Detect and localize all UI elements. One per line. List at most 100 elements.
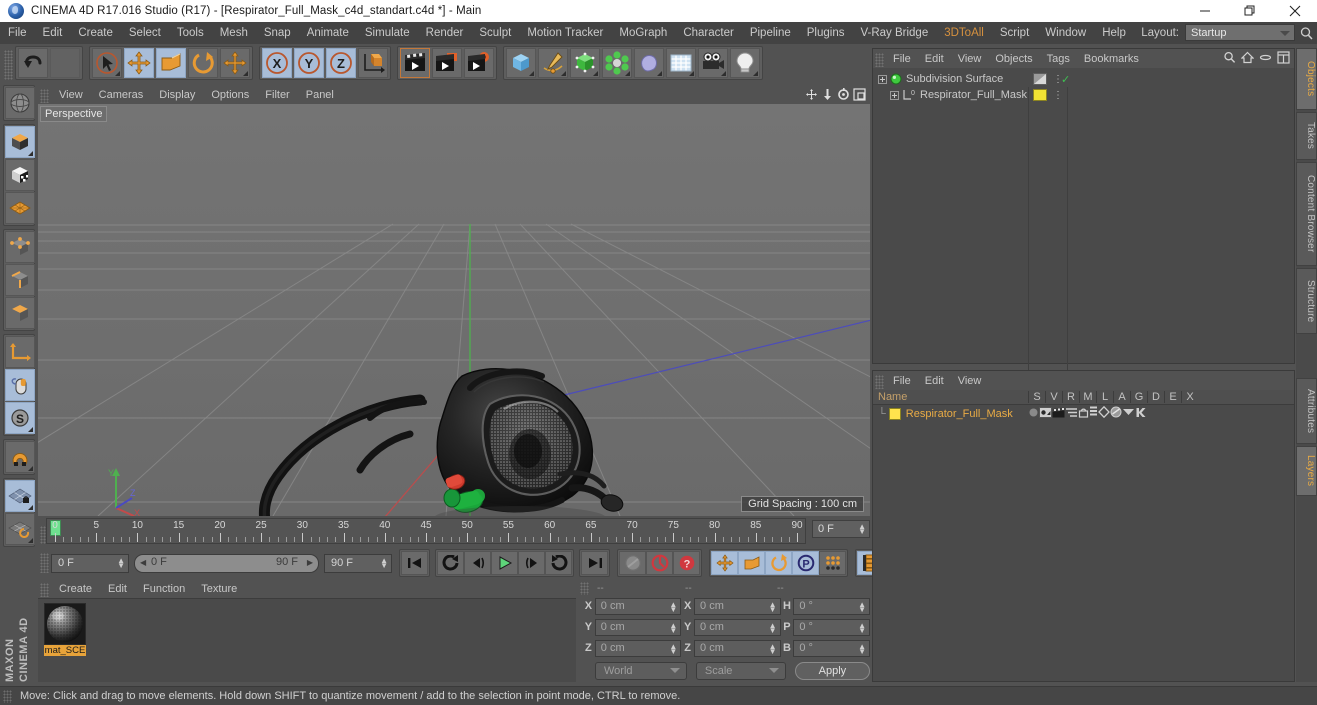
viewport-menu-view[interactable]: View <box>51 89 91 101</box>
record-active-objects-icon[interactable] <box>646 551 673 575</box>
menu-window[interactable]: Window <box>1037 22 1094 44</box>
stepper-icon[interactable]: ▲ ▼ <box>858 621 866 634</box>
object-menu-view[interactable]: View <box>951 53 989 65</box>
deformer-icon[interactable] <box>1110 406 1122 421</box>
range-left-arrow-icon[interactable]: ◀ <box>140 558 146 567</box>
layer-col-a[interactable]: A <box>1113 391 1130 403</box>
generator-nurbs-icon[interactable] <box>570 48 600 78</box>
object-menu-tags[interactable]: Tags <box>1040 53 1077 65</box>
object-row-respirator-full-mask[interactable]: 0 Respirator_Full_Mask ⋮ <box>873 87 1294 103</box>
stepper-icon[interactable]: ▲ ▼ <box>769 642 777 655</box>
menu-vray-bridge[interactable]: V-Ray Bridge <box>852 22 936 44</box>
go-to-end-icon[interactable] <box>581 551 608 575</box>
rotate-view-icon[interactable] <box>837 88 850 104</box>
enable-snapping-icon[interactable]: S <box>5 402 35 434</box>
rotate-tool-icon[interactable] <box>188 48 218 78</box>
menu-edit[interactable]: Edit <box>35 22 71 44</box>
menu-plugins[interactable]: Plugins <box>799 22 853 44</box>
stepper-icon[interactable]: ▲ ▼ <box>858 523 866 536</box>
animbar-range-slider[interactable]: ◀ 0 F 90 F ▶ <box>134 553 319 573</box>
object-menu-file[interactable]: File <box>886 53 918 65</box>
vtab-attributes[interactable]: Attributes <box>1296 378 1317 444</box>
object-manager-body[interactable]: Subdivision Surface ⋮ ✓ 0 Respirator_Ful… <box>873 68 1294 384</box>
dolly-view-icon[interactable] <box>821 88 834 104</box>
polygon-mode-icon[interactable] <box>5 297 35 329</box>
coordinate-mode-select[interactable]: Scale <box>695 662 786 680</box>
texture-axis-icon[interactable] <box>5 87 35 119</box>
coordinate-system-select[interactable]: World <box>595 662 687 680</box>
axis-modify-icon[interactable] <box>5 336 35 368</box>
layer-col-x[interactable]: X <box>1181 391 1198 403</box>
select-live-icon[interactable] <box>92 48 122 78</box>
tag-dots-icon[interactable]: ⋮ <box>1053 90 1063 100</box>
render-view-icon[interactable] <box>400 48 430 78</box>
layer-col-r[interactable]: R <box>1062 391 1079 403</box>
visibility-check-icon[interactable]: ✓ <box>1061 73 1070 86</box>
stepper-icon[interactable]: ▲ ▼ <box>669 621 677 634</box>
home-icon[interactable] <box>1240 51 1255 67</box>
animbar-grip[interactable] <box>40 553 49 573</box>
layer-col-l[interactable]: L <box>1096 391 1113 403</box>
animation-icon[interactable] <box>1089 406 1098 421</box>
vtab-layers[interactable]: Layers <box>1296 446 1317 496</box>
record-pla-icon[interactable] <box>819 551 846 575</box>
layer-manager-body[interactable]: Name S V R M L A G D E X └ Respirator_Fu… <box>873 390 1294 681</box>
axis-z-icon[interactable]: Z <box>326 48 356 78</box>
mograph-cloner-icon[interactable] <box>602 48 632 78</box>
layout-select[interactable]: Startup <box>1185 24 1295 41</box>
xref-icon[interactable] <box>1135 407 1147 421</box>
next-frame-icon[interactable] <box>518 551 545 575</box>
material-menu-texture[interactable]: Texture <box>193 583 245 595</box>
layer-menu-view[interactable]: View <box>951 375 989 387</box>
menu-tools[interactable]: Tools <box>169 22 212 44</box>
fit-icon[interactable] <box>1277 51 1290 67</box>
stepper-icon[interactable]: ▲ ▼ <box>858 600 866 613</box>
viewport-menu-filter[interactable]: Filter <box>257 89 297 101</box>
layer-col-d[interactable]: D <box>1147 391 1164 403</box>
render-icon[interactable] <box>1052 407 1065 421</box>
play-reverse-icon[interactable] <box>437 551 464 575</box>
coord-field-rot-h[interactable]: 0 ° ▲ ▼ <box>793 597 871 615</box>
animbar-end-frame-field[interactable]: 90 F ▲ ▼ <box>324 553 392 573</box>
layer-col-g[interactable]: G <box>1130 391 1147 403</box>
camera-icon[interactable] <box>698 48 728 78</box>
layer-menu-file[interactable]: File <box>886 375 918 387</box>
menu-simulate[interactable]: Simulate <box>357 22 418 44</box>
deformer-icon[interactable] <box>634 48 664 78</box>
record-parameter-icon[interactable]: P <box>792 551 819 575</box>
point-mode-icon[interactable] <box>5 231 35 263</box>
pan-view-icon[interactable] <box>805 88 818 104</box>
range-right-arrow-icon[interactable]: ▶ <box>307 558 313 567</box>
layer-color-swatch[interactable] <box>888 407 901 420</box>
go-to-start-icon[interactable] <box>401 551 428 575</box>
environment-icon[interactable] <box>666 48 696 78</box>
object-row-subdivision-surface[interactable]: Subdivision Surface ⋮ ✓ <box>873 71 1294 87</box>
model-mode-icon[interactable] <box>5 126 35 158</box>
magnet-icon[interactable] <box>5 441 35 473</box>
play-loop-icon[interactable] <box>545 551 572 575</box>
viewport-menu-cameras[interactable]: Cameras <box>91 89 152 101</box>
status-grip[interactable] <box>3 689 12 703</box>
viewport-solo-icon[interactable] <box>5 369 35 401</box>
object-menu-objects[interactable]: Objects <box>988 53 1039 65</box>
menu-animate[interactable]: Animate <box>299 22 357 44</box>
workplane-lock-icon[interactable] <box>5 480 35 512</box>
layer-row[interactable]: └ Respirator_Full_Mask <box>873 405 1294 422</box>
world-object-axis-icon[interactable] <box>358 48 388 78</box>
coord-field-rot-b[interactable]: 0 ° ▲ ▼ <box>793 639 871 657</box>
stepper-icon[interactable]: ▲ ▼ <box>669 600 677 613</box>
vtab-takes[interactable]: Takes <box>1296 112 1317 160</box>
material-sphere-preview[interactable] <box>44 603 86 645</box>
maximize-view-icon[interactable] <box>853 88 866 104</box>
coord-field-pos-y[interactable]: 0 cm ▲ ▼ <box>594 618 682 636</box>
stepper-icon[interactable]: ▲ ▼ <box>858 642 866 655</box>
stepper-icon[interactable]: ▲ ▼ <box>380 556 388 569</box>
layer-col-m[interactable]: M <box>1079 391 1096 403</box>
viewport-menu-display[interactable]: Display <box>151 89 203 101</box>
timeline-current-frame-field[interactable]: 0 F ▲ ▼ <box>812 520 870 538</box>
coordinates-grip[interactable] <box>580 582 589 595</box>
material-manager-body[interactable]: mat_SCE <box>38 598 576 685</box>
viewport-canvas[interactable]: Perspective Grid Spacing : 100 cm Y X Z <box>38 104 870 516</box>
manager-icon[interactable] <box>1065 407 1078 421</box>
coord-field-size-x[interactable]: 0 cm ▲ ▼ <box>694 597 781 615</box>
